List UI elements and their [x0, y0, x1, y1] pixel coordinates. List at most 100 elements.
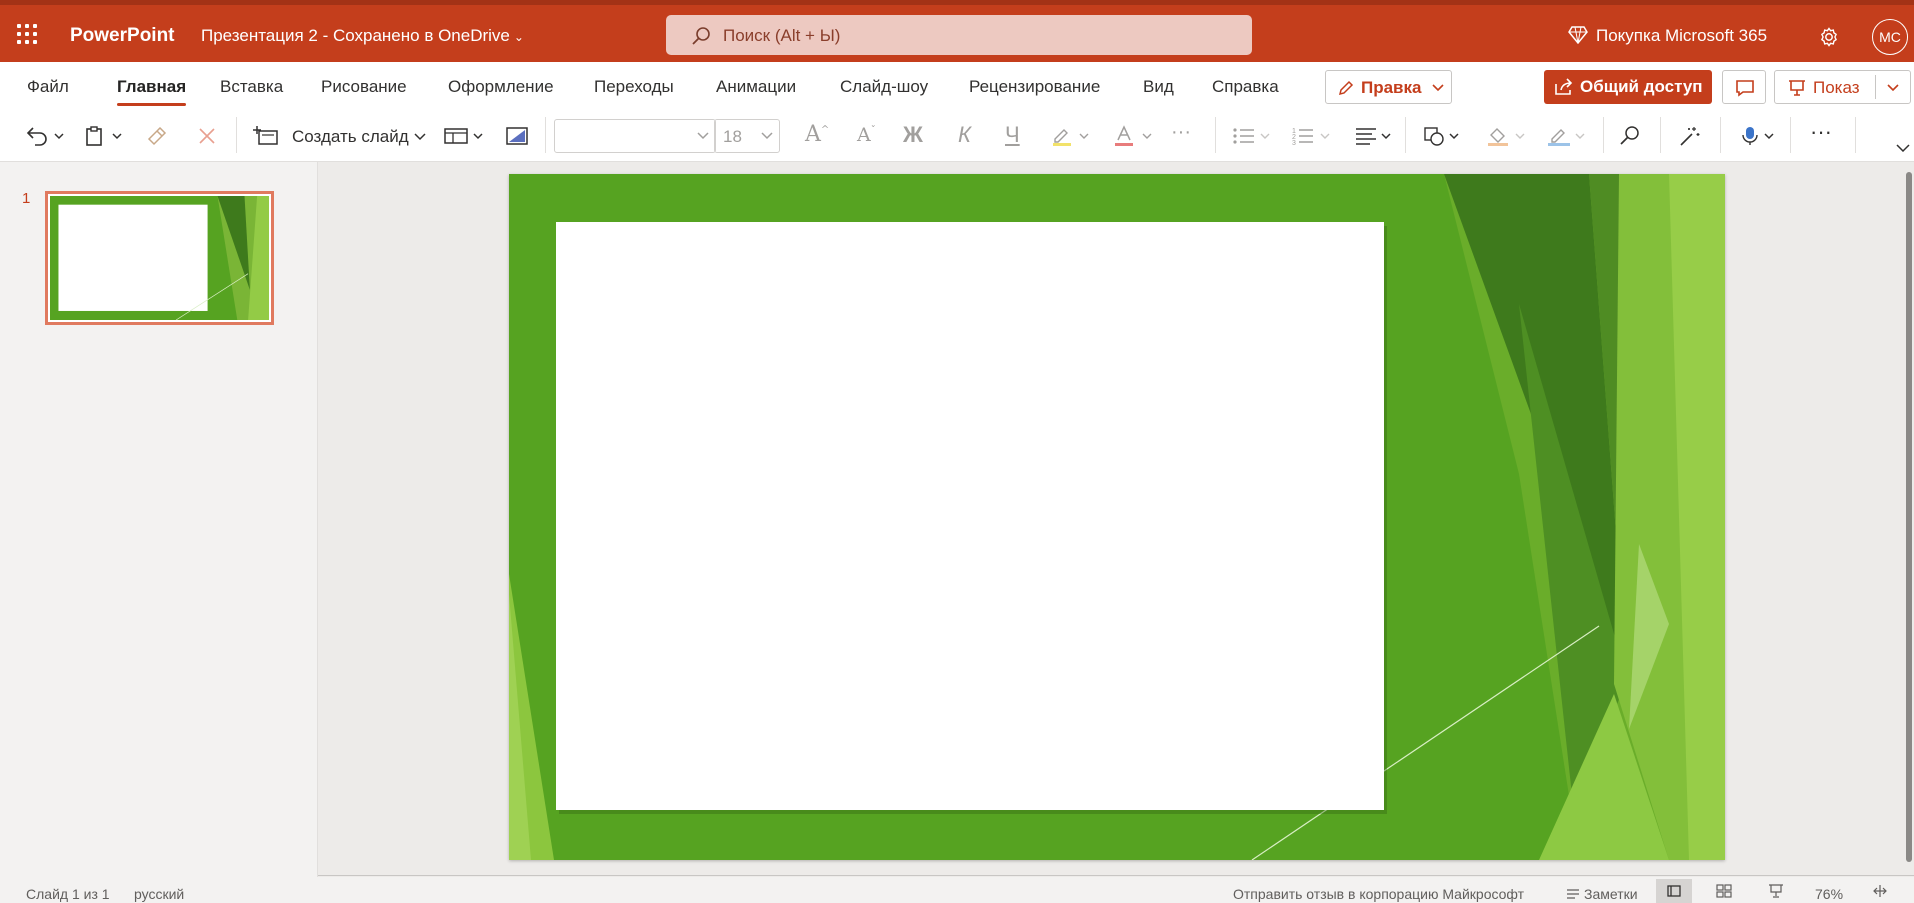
tab-view[interactable]: Вид [1143, 77, 1174, 97]
find-search-icon[interactable] [1618, 125, 1642, 150]
slide-thumbnail-image [50, 196, 269, 320]
document-title[interactable]: Презентация 2 - Сохранено в OneDrive ⌄ [201, 26, 524, 46]
comment-icon [1736, 80, 1754, 97]
more-font-options-icon[interactable]: ··· [1171, 121, 1191, 144]
title-bar: PowerPoint Презентация 2 - Сохранено в O… [0, 0, 1914, 62]
chevron-down-icon[interactable] [413, 125, 427, 150]
divider [1405, 117, 1406, 153]
designer-magic-wand-icon[interactable] [1677, 125, 1701, 150]
dictate-button[interactable] [1740, 125, 1784, 150]
tab-animations[interactable]: Анимации [716, 77, 796, 97]
notes-button[interactable]: Заметки [1566, 886, 1638, 902]
reading-view-icon[interactable] [1768, 883, 1784, 899]
settings-gear-icon[interactable] [1818, 26, 1840, 51]
bold-button[interactable]: Ж [903, 122, 923, 148]
user-avatar[interactable]: МС [1872, 19, 1908, 55]
divider [1215, 117, 1216, 153]
tab-review[interactable]: Рецензирование [969, 77, 1100, 97]
shrink-font-button[interactable]: Aˇ [857, 124, 876, 146]
normal-view-icon [1667, 885, 1681, 897]
normal-view-button[interactable] [1656, 879, 1692, 903]
underline-button[interactable]: Ч [1005, 122, 1020, 148]
divider [1660, 117, 1661, 153]
microphone-icon [1742, 127, 1774, 145]
editing-mode-button[interactable]: Правка [1325, 70, 1452, 104]
font-family-dropdown[interactable] [554, 119, 716, 153]
zoom-level[interactable]: 76% [1815, 886, 1843, 902]
highlight-button[interactable] [1050, 125, 1094, 150]
feedback-link[interactable]: Отправить отзыв в корпорацию Майкрософт [1233, 886, 1524, 902]
clipboard-icon [86, 126, 122, 146]
divider [545, 117, 546, 153]
divider [1720, 117, 1721, 153]
app-launcher-icon[interactable] [17, 24, 39, 46]
bullets-icon [1233, 128, 1270, 144]
status-bar: Слайд 1 из 1 русский Отправить отзыв в к… [0, 877, 1914, 903]
font-size-dropdown[interactable]: 18 [714, 119, 780, 153]
slide-background [509, 174, 1725, 861]
layout-button[interactable] [443, 125, 489, 150]
italic-button[interactable]: К [958, 122, 971, 148]
new-slide-button[interactable]: Создать слайд [292, 127, 409, 147]
fit-to-window-icon[interactable] [1872, 884, 1888, 898]
numbering-button[interactable]: 1 2 3 [1291, 125, 1335, 150]
tab-design[interactable]: Оформление [448, 77, 554, 97]
app-name[interactable]: PowerPoint [70, 25, 175, 47]
tab-insert[interactable]: Вставка [220, 77, 283, 97]
tab-draw[interactable]: Рисование [321, 77, 407, 97]
tab-slideshow[interactable]: Слайд-шоу [840, 77, 928, 97]
new-slide-icon[interactable] [253, 125, 281, 150]
share-label: Общий доступ [1580, 77, 1703, 96]
format-background-icon[interactable] [505, 125, 529, 150]
undo-icon [26, 127, 64, 146]
paste-button[interactable] [84, 125, 128, 150]
slide-thumbnail[interactable] [45, 191, 274, 325]
bullets-button[interactable] [1231, 125, 1275, 150]
divider [1603, 117, 1604, 153]
shapes-button[interactable] [1423, 125, 1467, 150]
chevron-down-icon [1432, 84, 1444, 92]
divider [318, 875, 1914, 876]
font-color-button[interactable] [1113, 125, 1157, 150]
align-left-icon [1356, 128, 1391, 145]
tab-help[interactable]: Справка [1212, 77, 1279, 97]
share-icon [1555, 78, 1573, 95]
chevron-down-icon [697, 132, 709, 140]
pencil-icon [1338, 80, 1354, 96]
tab-home[interactable]: Главная [117, 77, 187, 106]
share-button[interactable]: Общий доступ [1544, 70, 1712, 104]
slide-canvas[interactable] [509, 174, 1725, 861]
chevron-down-icon: ⌄ [513, 30, 524, 44]
undo-button[interactable] [24, 125, 68, 150]
pen-outline-icon [1548, 129, 1585, 146]
tab-file[interactable]: Файл [27, 77, 69, 97]
divider [1790, 117, 1791, 153]
document-title-label: Презентация 2 - Сохранено в OneDrive [201, 26, 510, 45]
shape-fill-button[interactable] [1486, 125, 1530, 150]
search-box[interactable]: Поиск (Alt + Ы) [666, 15, 1252, 55]
buy-microsoft-365-link[interactable]: Покупка Microsoft 365 [1568, 26, 1767, 46]
font-color-icon [1115, 125, 1152, 146]
search-icon [692, 27, 710, 45]
layout-icon [444, 128, 483, 144]
chevron-down-icon[interactable] [1887, 84, 1899, 92]
comments-button[interactable] [1722, 70, 1766, 104]
language-status[interactable]: русский [134, 886, 184, 902]
presentation-icon [1789, 80, 1805, 96]
chevron-down-icon[interactable] [1896, 144, 1910, 152]
highlighter-icon [1053, 129, 1089, 146]
vertical-scrollbar[interactable] [1906, 172, 1912, 862]
grow-font-button[interactable]: A^ [805, 122, 829, 147]
shape-outline-button[interactable] [1546, 125, 1590, 150]
format-painter-icon[interactable] [145, 125, 169, 150]
slide-sorter-icon[interactable] [1716, 884, 1732, 898]
tab-transitions[interactable]: Переходы [594, 77, 674, 97]
present-button[interactable]: Показ [1774, 70, 1911, 104]
font-size-value: 18 [723, 127, 742, 146]
premium-label: Покупка Microsoft 365 [1596, 26, 1768, 45]
more-options-icon[interactable]: ··· [1810, 119, 1832, 145]
shrink-font-label: A [857, 124, 871, 146]
align-button[interactable] [1354, 125, 1398, 150]
editing-mode-label: Правка [1361, 78, 1422, 97]
delete-icon[interactable] [196, 125, 218, 150]
